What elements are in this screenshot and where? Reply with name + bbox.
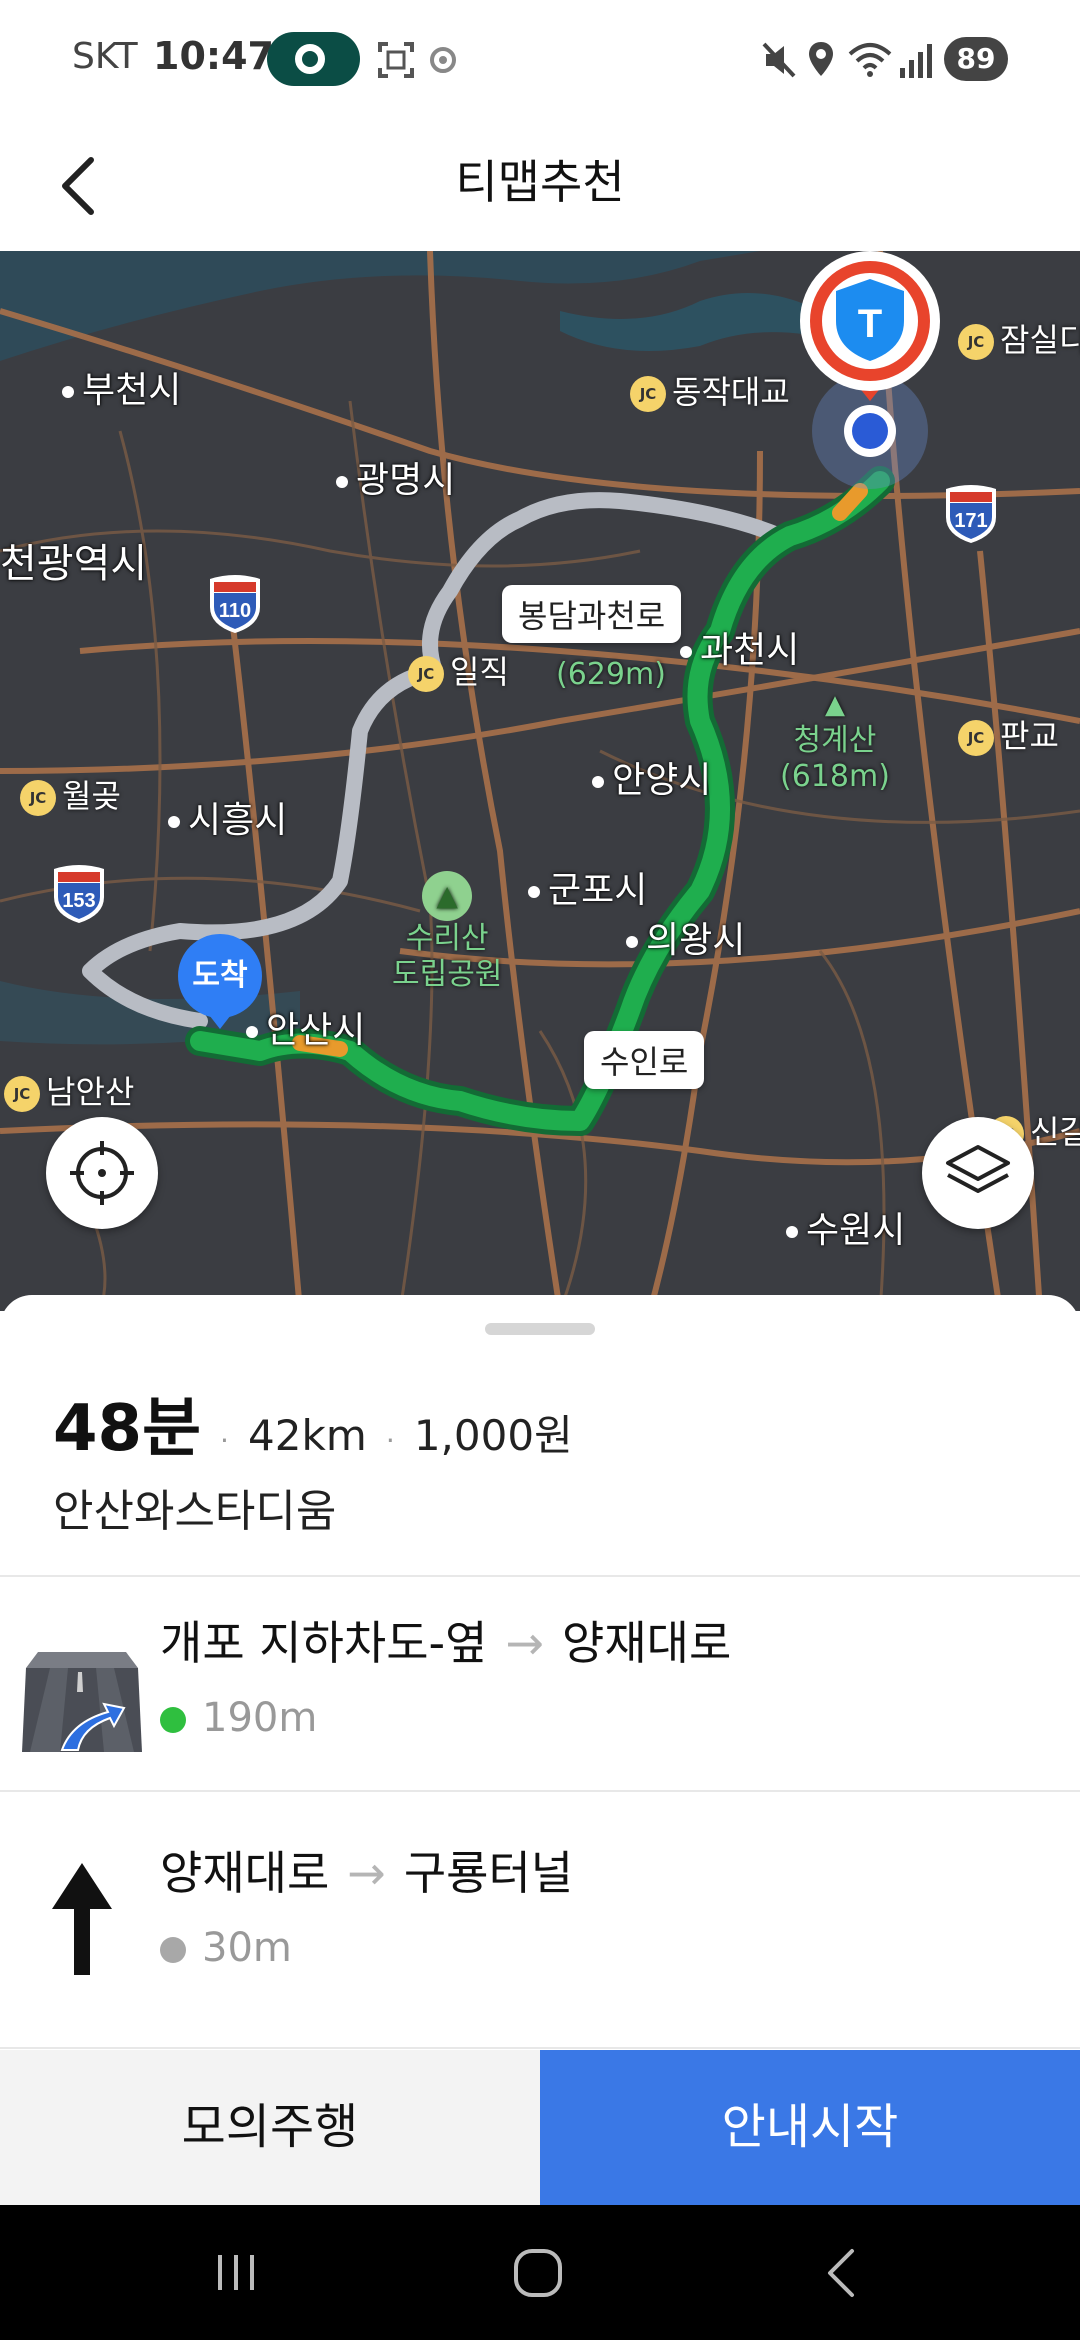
destination-name: 안산와스타디움 bbox=[53, 1486, 337, 1537]
route-summary: 48분 · 42km · 1,000원 bbox=[53, 1377, 573, 1469]
recent-apps-icon[interactable] bbox=[156, 2205, 316, 2340]
road-tag-bongdam: 봉담과천로 bbox=[502, 585, 682, 643]
mountain-height-gwanak: (629m) bbox=[556, 657, 666, 692]
route-map[interactable]: T 부천시 광명시 천광역시 과천시 안양시 시흥시 군포시 의왕시 안산시 수… bbox=[0, 251, 1080, 1311]
current-location-button[interactable] bbox=[46, 1117, 158, 1229]
jc-label-dongjak: JC 동작대교 bbox=[630, 367, 790, 413]
map-label-anyang: 안양시 bbox=[592, 751, 711, 803]
system-nav-bar bbox=[0, 2205, 1080, 2340]
separator-dot: · bbox=[220, 1424, 229, 1457]
route-toll: 1,000원 bbox=[413, 1411, 573, 1460]
route-duration: 48분 bbox=[53, 1392, 201, 1466]
carrier-label: SKT bbox=[72, 36, 138, 77]
signal-icon bbox=[900, 44, 932, 78]
origin-marker: T bbox=[800, 251, 940, 489]
svg-text:110: 110 bbox=[219, 600, 251, 622]
map-label-metro-city: 천광역시 bbox=[0, 541, 148, 587]
step-distance-row: 190m bbox=[160, 1695, 317, 1741]
svg-text:T: T bbox=[858, 302, 882, 346]
guidance-step[interactable]: 양재대로 → 구룡터널 30m bbox=[0, 1792, 1080, 2042]
highway-shield-110: 110 bbox=[210, 575, 260, 633]
step-distance-row: 30m bbox=[160, 1925, 292, 1971]
wifi-icon bbox=[848, 43, 892, 77]
jc-label-wolgot: JC 월곶 bbox=[20, 771, 121, 817]
crosshair-icon bbox=[70, 1141, 134, 1205]
location-icon bbox=[809, 42, 833, 76]
step-distance: 190m bbox=[202, 1695, 318, 1741]
road-tag-suin: 수인로 bbox=[584, 1031, 705, 1089]
separator-dot: · bbox=[385, 1424, 395, 1457]
app-header: 티맵추천 bbox=[0, 118, 1080, 251]
jc-label-pangyo: JC 판교 bbox=[958, 711, 1059, 757]
arrival-marker-tip bbox=[206, 1011, 234, 1029]
location-service-icon bbox=[430, 47, 456, 73]
map-label-uiwang: 의왕시 bbox=[626, 911, 745, 963]
status-bar: SKT 10:47 89 bbox=[0, 0, 1080, 118]
jc-label-iljik: JC 일직 bbox=[408, 647, 509, 693]
step-route: 양재대로 → 구룡터널 bbox=[160, 1837, 573, 1903]
step-distance: 30m bbox=[202, 1925, 292, 1971]
simulate-drive-button[interactable]: 모의주행 bbox=[0, 2050, 540, 2205]
traffic-dot-smooth bbox=[160, 1707, 186, 1733]
step-arrow: → bbox=[347, 1846, 386, 1900]
battery-indicator: 89 bbox=[944, 37, 1008, 81]
map-layers-button[interactable] bbox=[922, 1117, 1034, 1229]
sheet-handle[interactable] bbox=[485, 1323, 595, 1335]
map-label-bucheon: 부천시 bbox=[62, 361, 181, 413]
tmap-running-pill[interactable] bbox=[267, 32, 360, 86]
arrival-marker[interactable]: 도착 bbox=[178, 934, 262, 1018]
highway-shield-171: 171 bbox=[946, 485, 996, 543]
step-from: 양재대로 bbox=[160, 1846, 330, 1900]
svg-text:171: 171 bbox=[954, 510, 987, 532]
jc-label-namansan: JC 남안산 bbox=[4, 1067, 134, 1113]
mountain-icon: ▲ bbox=[824, 690, 845, 720]
traffic-dot-unknown bbox=[160, 1937, 186, 1963]
mountain-cheonggye: ▲ 청계산 (618m) bbox=[780, 687, 890, 795]
mute-icon bbox=[762, 42, 796, 78]
step-to: 양재대로 bbox=[562, 1616, 732, 1670]
route-distance: 42km bbox=[248, 1411, 367, 1460]
highway-shield-153: 153 bbox=[54, 865, 104, 923]
step-arrow: → bbox=[505, 1616, 545, 1670]
map-label-ansan: 안산시 bbox=[246, 1001, 365, 1053]
map-label-gunpo: 군포시 bbox=[528, 861, 647, 913]
clock: 10:47 bbox=[153, 34, 274, 78]
straight-arrow-icon bbox=[52, 1863, 112, 1975]
map-label-suwon: 수원시 bbox=[786, 1201, 905, 1253]
tmap-icon bbox=[295, 44, 325, 74]
step-route: 개포 지하차도-옆 → 양재대로 bbox=[160, 1607, 731, 1673]
page-title: 티맵추천 bbox=[455, 155, 625, 209]
map-label-gwangmyeong: 광명시 bbox=[336, 451, 455, 503]
home-icon[interactable] bbox=[458, 2205, 618, 2340]
screenshot-icon bbox=[378, 42, 414, 78]
layers-icon bbox=[946, 1145, 1010, 1193]
park-surisan: ▲ 수리산 도립공원 bbox=[392, 871, 502, 993]
start-guidance-button[interactable]: 안내시작 bbox=[540, 2050, 1080, 2205]
divider bbox=[0, 2047, 1080, 2049]
park-icon: ▲ bbox=[422, 871, 473, 921]
step-from: 개포 지하차도-옆 bbox=[160, 1616, 488, 1670]
underpass-lane-icon bbox=[22, 1652, 142, 1752]
svg-text:153: 153 bbox=[62, 890, 95, 912]
step-to: 구룡터널 bbox=[403, 1846, 574, 1900]
map-label-siheung: 시흥시 bbox=[168, 791, 287, 843]
map-label-gwacheon: 과천시 bbox=[680, 621, 799, 673]
jc-label-jamsil: JC 잠실디 bbox=[958, 315, 1080, 361]
back-nav-icon[interactable] bbox=[760, 2205, 920, 2340]
